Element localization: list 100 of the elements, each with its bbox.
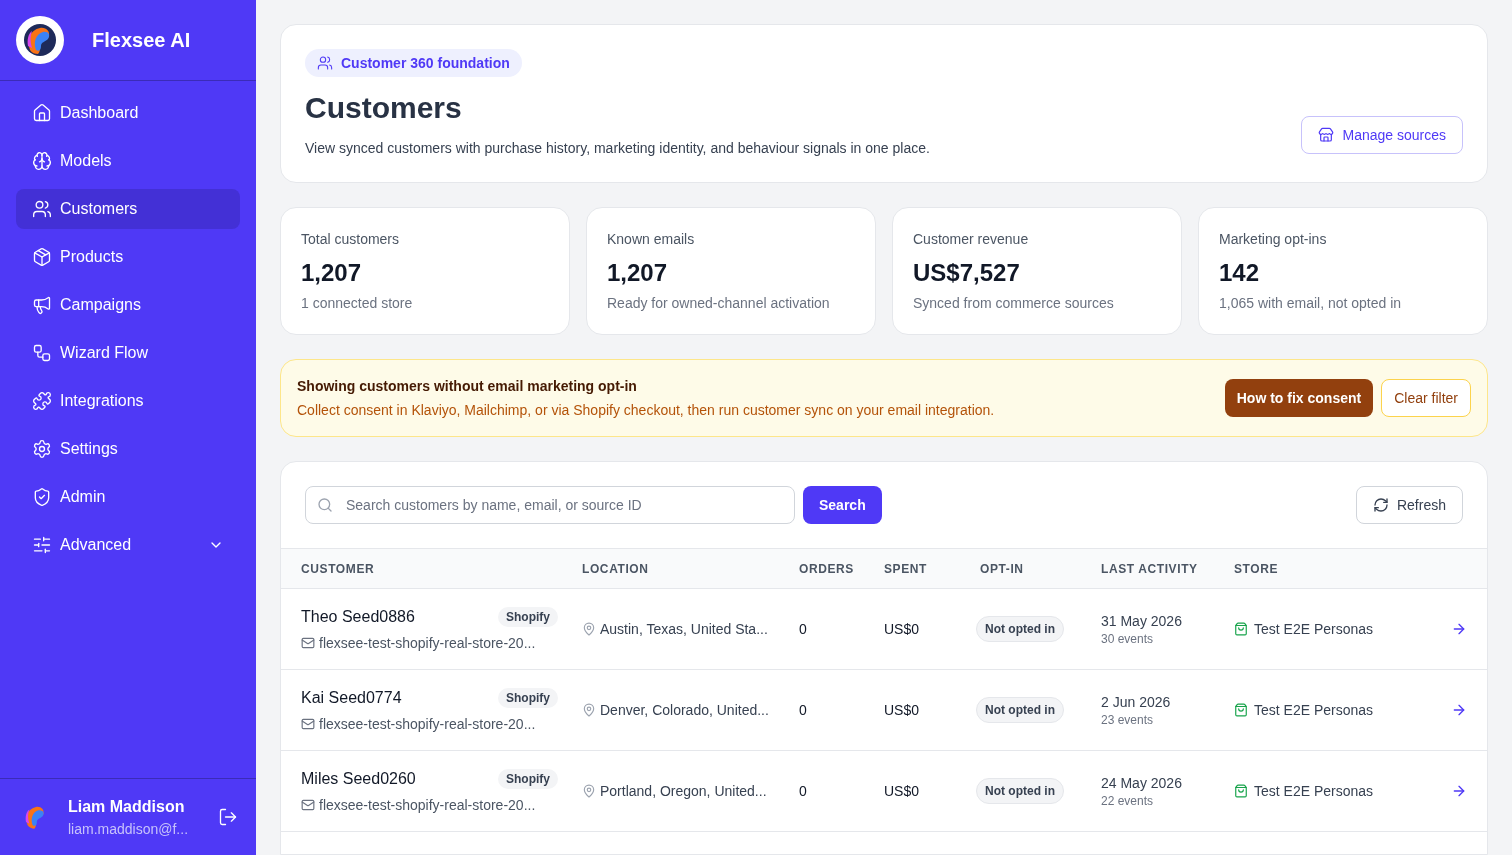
source-tag: Shopify (498, 607, 558, 627)
nav-item[interactable]: Customers (16, 189, 240, 229)
customer-name: Kai Seed0774 (301, 688, 402, 708)
activity-date: 24 May 2026 (1101, 774, 1183, 793)
store-icon (1318, 127, 1335, 143)
fix-consent-button[interactable]: How to fix consent (1224, 379, 1374, 417)
location-cell-text: Austin, Texas, United Sta... (600, 620, 768, 639)
logo-icon (16, 16, 64, 64)
map-pin-icon (582, 622, 596, 636)
open-row-icon[interactable] (1451, 783, 1467, 799)
event-count: 30 events (1101, 631, 1155, 647)
stat-note: 1,065 with email, not opted in (1219, 294, 1403, 313)
nav-item[interactable]: Integrations (16, 381, 240, 421)
nav-item[interactable]: Settings (16, 429, 240, 469)
stat-note: Synced from commerce sources (913, 294, 1115, 313)
mail-icon (301, 636, 315, 650)
orders-cell-text: 0 (799, 782, 808, 801)
stat-value: 142 (1219, 258, 1261, 288)
store-cell-text: Test E2E Personas (1254, 701, 1374, 720)
nav-item[interactable]: Models (16, 141, 240, 181)
spent-cell-text: US$0 (884, 782, 921, 801)
users-icon (317, 55, 333, 71)
search-button[interactable]: Search (803, 486, 882, 524)
customer-name: Miles Seed0260 (301, 769, 416, 789)
shield-icon (32, 487, 52, 507)
clear-filter-button[interactable]: Clear filter (1381, 379, 1471, 417)
activity-date: 31 May 2026 (1101, 612, 1183, 631)
spent-cell-text: US$0 (884, 620, 921, 639)
stat-note: Ready for owned-channel activation (607, 294, 831, 313)
column-header: CUSTOMER (301, 560, 376, 577)
page-subtitle: View synced customers with purchase history, marketing identity, and behaviour signals in one place. (305, 139, 931, 158)
stat-label: Known emails (607, 230, 696, 249)
opt-in-status: Not opted in (976, 778, 1064, 804)
stat-label: Marketing opt-ins (1219, 230, 1328, 249)
store-cell-text: Test E2E Personas (1254, 782, 1374, 801)
source-tag: Shopify (498, 769, 558, 789)
open-row-icon[interactable] (1451, 621, 1467, 637)
shopping-bag-icon (1234, 784, 1248, 798)
home-icon (32, 103, 52, 123)
nav-item[interactable]: Admin (16, 477, 240, 517)
spent-cell-text: US$0 (884, 701, 921, 720)
customer-email: flexsee-test-shopify-real-store-20... (319, 796, 536, 815)
customer-email: flexsee-test-shopify-real-store-20... (319, 715, 536, 734)
map-pin-icon (582, 703, 596, 717)
opt-in-status: Not opted in (976, 616, 1064, 642)
brain-icon (32, 151, 52, 171)
box-icon (32, 247, 52, 267)
customer-name: Theo Seed0886 (301, 607, 415, 627)
shopping-bag-icon (1234, 703, 1248, 717)
brand-name: Flexsee AI (92, 28, 191, 53)
manage-sources-button[interactable]: Manage sources (1301, 116, 1463, 154)
column-header: STORE (1234, 560, 1280, 577)
store-cell-text: Test E2E Personas (1254, 620, 1374, 639)
refresh-button[interactable]: Refresh (1355, 486, 1463, 524)
stat-label: Total customers (301, 230, 401, 249)
map-pin-icon (582, 784, 596, 798)
mail-icon (301, 798, 315, 812)
stat-label: Customer revenue (913, 230, 1030, 249)
source-tag: Shopify (498, 688, 558, 708)
orders-cell-text: 0 (799, 701, 808, 720)
column-header: LAST ACTIVITY (1101, 560, 1199, 577)
stat-note: 1 connected store (301, 294, 414, 313)
nav-item[interactable]: Advanced (16, 525, 240, 565)
refresh-icon (1372, 497, 1389, 513)
opt-in-status: Not opted in (976, 697, 1064, 723)
megaphone-icon (32, 295, 52, 315)
banner-title: Showing customers without email marketing opt-in (297, 377, 638, 396)
activity-date: 2 Jun 2026 (1101, 693, 1172, 712)
column-header: LOCATION (582, 560, 650, 577)
column-header: ORDERS (799, 560, 855, 577)
location-cell-text: Portland, Oregon, United... (600, 782, 767, 801)
event-count: 22 events (1101, 793, 1155, 809)
settings-icon (32, 439, 52, 459)
event-count: 23 events (1101, 712, 1155, 728)
sliders-icon (32, 535, 52, 555)
nav-item[interactable]: Wizard Flow (16, 333, 240, 373)
user-name: Liam Maddison (68, 797, 186, 817)
orders-cell-text: 0 (799, 620, 808, 639)
search-field[interactable]: Search customers by name, email, or source ID (305, 486, 795, 524)
puzzle-icon (32, 391, 52, 411)
users-icon (32, 199, 52, 219)
logout-icon[interactable] (218, 807, 238, 827)
stat-value: US$7,527 (913, 258, 1021, 288)
feature-badge: Customer 360 foundation (305, 49, 522, 77)
shopping-bag-icon (1234, 622, 1248, 636)
column-header: SPENT (884, 560, 928, 577)
nav-item[interactable]: Dashboard (16, 93, 240, 133)
search-icon (317, 497, 333, 513)
open-row-icon[interactable] (1451, 702, 1467, 718)
nav-item[interactable]: Products (16, 237, 240, 277)
flow-icon (32, 343, 52, 363)
mail-icon (301, 717, 315, 731)
stat-value: 1,207 (607, 258, 669, 288)
page-title: Customers (305, 90, 463, 126)
stat-value: 1,207 (301, 258, 363, 288)
banner-text: Collect consent in Klaviyo, Mailchimp, or via Shopify checkout, then run customer sync on your email integration. (297, 401, 996, 420)
location-cell-text: Denver, Colorado, United... (600, 701, 769, 720)
column-header: OPT-IN (980, 560, 1025, 577)
nav-item[interactable]: Campaigns (16, 285, 240, 325)
customer-email: flexsee-test-shopify-real-store-20... (319, 634, 536, 653)
